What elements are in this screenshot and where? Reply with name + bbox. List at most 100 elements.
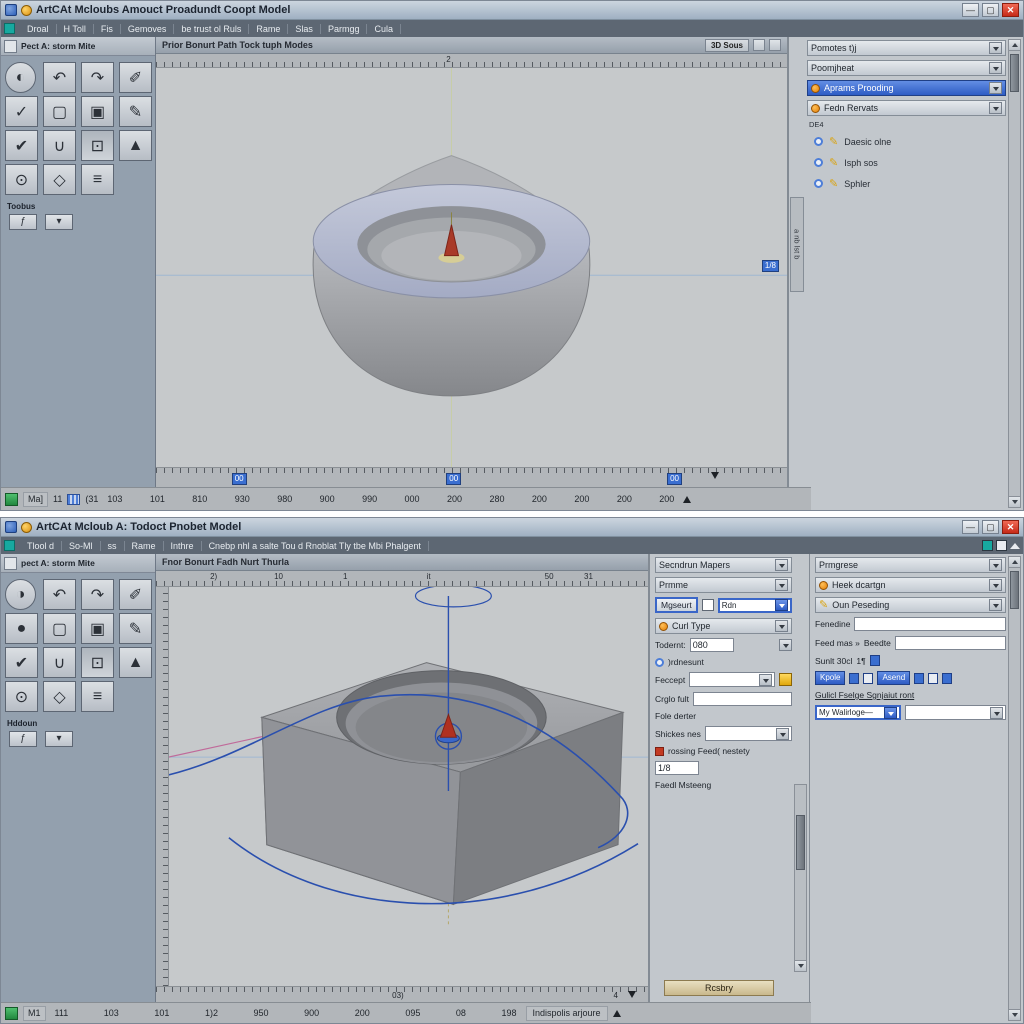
radio-icon[interactable] [655,657,664,667]
viewport-3d[interactable]: Fnor Bonurt Fadh Nurt Thurla 2) 10 1 it … [156,554,649,1002]
chevron-down-icon[interactable] [759,673,772,686]
crglo-input[interactable] [693,692,792,706]
tool-button[interactable]: ◇ [43,164,76,195]
radio-icon[interactable] [814,179,823,188]
menu-item[interactable]: Rame [249,23,289,34]
radio-icon[interactable] [814,158,823,167]
chevron-down-icon[interactable] [775,620,788,632]
tool-button[interactable]: ↶ [43,579,76,610]
tool-button[interactable]: ◐ [5,62,36,93]
scroll-down-icon[interactable] [1009,496,1020,507]
tool-button[interactable]: ✔ [5,647,38,678]
scroll-up-icon[interactable] [1009,40,1020,51]
canvas-3d[interactable]: 1/8 [156,68,787,467]
minimize-button[interactable]: — [962,520,979,534]
minimize-button[interactable]: — [962,3,979,17]
menu-item[interactable]: Slas [288,23,321,34]
view-mode-button[interactable]: 3D Sous [704,38,749,52]
tree-item[interactable]: ✎ Sphler [807,173,1006,194]
asend-button[interactable]: Asend [877,671,911,685]
menu-item[interactable]: Tlool d [20,540,63,551]
scroll-thumb[interactable] [796,815,805,870]
scroll-up-icon[interactable] [1009,557,1020,568]
view-option-icon[interactable] [769,39,781,51]
chevron-down-icon[interactable] [989,102,1002,114]
maximize-button[interactable]: ▢ [982,520,999,534]
relief-dropdown[interactable]: Fedn Rervats [807,100,1006,116]
chevron-down-icon[interactable] [884,706,897,719]
menu-item[interactable]: Gemoves [121,23,175,34]
tool-button[interactable]: ◇ [43,681,76,712]
menu-item[interactable]: Cula [367,23,401,34]
palette-icon[interactable] [4,556,17,570]
panel-dropdown[interactable]: Prmme [655,577,792,593]
swatch-button[interactable] [914,672,925,684]
scrollbar-vertical[interactable] [1008,556,1021,1021]
close-button[interactable]: ✕ [1002,3,1019,17]
rdn-select[interactable]: Rdn [717,597,792,613]
tool-button[interactable]: ≡ [81,681,114,712]
chevron-down-icon[interactable] [989,62,1002,74]
menu-item[interactable]: So-Ml [62,540,101,551]
palette-icon[interactable] [4,39,17,53]
tree-item[interactable]: ✎ Daesic olne [807,131,1006,152]
chevron-down-icon[interactable] [989,559,1002,571]
secondary-select[interactable] [905,705,1006,720]
menu-item[interactable]: be trust ol Ruls [174,23,250,34]
tree-item[interactable]: ✎ Isph sos [807,152,1006,173]
dropdown-small-button[interactable]: ▾ [45,214,73,230]
tool-button[interactable]: ⊙ [5,681,38,712]
panel-header-dropdown[interactable]: Secndrun Mapers [655,557,792,573]
chevron-down-icon[interactable] [989,42,1002,54]
tool-button[interactable]: ⊙ [5,164,38,195]
layout-icon[interactable] [996,540,1007,551]
tool-button[interactable]: ↶ [43,62,76,93]
chevron-down-icon[interactable] [775,579,788,591]
fenedine-input[interactable] [854,617,1006,631]
menu-item[interactable]: Inthre [164,540,202,551]
menu-item[interactable]: ss [101,540,125,551]
chevron-down-icon[interactable] [775,599,788,611]
tool-button[interactable]: ● [5,613,38,644]
scroll-down-icon[interactable] [1009,1009,1020,1020]
measure-button[interactable]: Mgseurt [655,597,698,613]
kpole-button[interactable]: Kpole [815,671,846,685]
heek-dropdown[interactable]: Heek dcartgn [815,577,1006,593]
scroll-thumb[interactable] [1010,571,1019,609]
swatch-button[interactable] [942,672,953,684]
tolerance-input[interactable] [689,638,734,652]
tool-button[interactable]: ∪ [43,647,76,678]
radio-row[interactable]: )rdnesunt [655,657,792,667]
panel-header-dropdown[interactable]: Prmgrese [815,557,1006,573]
chevron-up-icon[interactable] [1010,542,1020,549]
swatch-button[interactable] [928,672,939,684]
tool-button[interactable]: ▲ [119,647,152,678]
selected-operation-dropdown[interactable]: Aprams Prooding [807,80,1006,96]
menu-item[interactable]: Droal [20,23,57,34]
tool-button[interactable]: ≡ [81,164,114,195]
slider-marker[interactable] [628,991,637,998]
titlebar[interactable]: ArtCAt Mcloubs Amouct Proadundt Coopt Mo… [1,1,1023,20]
tool-button-active[interactable]: ⊡ [81,647,114,678]
maximize-button[interactable]: ▢ [982,3,999,17]
tool-button[interactable]: ↷ [81,579,114,610]
tool-button[interactable]: ▣ [81,613,114,644]
chevron-down-icon[interactable] [779,639,792,651]
menu-item[interactable]: Parmgg [321,23,368,34]
tool-button[interactable]: ∪ [43,130,76,161]
rossing-input[interactable] [655,761,699,775]
tool-button[interactable]: ▢ [43,613,76,644]
font-button[interactable]: ƒ [9,731,37,747]
feed-input[interactable] [894,636,1006,650]
menu-item[interactable]: Rame [125,540,164,551]
view-option-icon[interactable] [753,39,765,51]
titlebar[interactable]: ArtCAt Mcloub A: Todoct Pnobet Model — ▢… [1,518,1023,537]
scroll-thumb[interactable] [1010,54,1019,92]
tool-button[interactable]: ↷ [81,62,114,93]
chevron-down-icon[interactable] [775,559,788,571]
panel-dropdown[interactable]: Poomjheat [807,60,1006,76]
chevron-down-icon[interactable] [990,706,1003,719]
tool-button-active[interactable]: ⊡ [81,130,114,161]
font-button[interactable]: ƒ [9,214,37,230]
scrollbar-vertical[interactable] [1008,39,1021,508]
